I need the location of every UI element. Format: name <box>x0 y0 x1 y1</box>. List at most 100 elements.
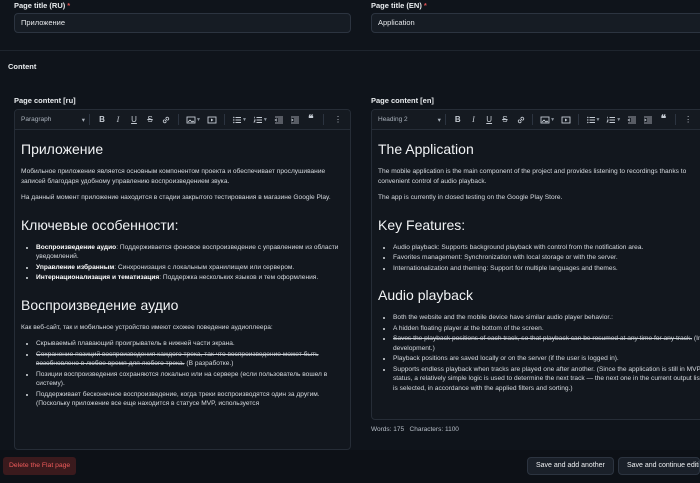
editor-toolbar: Paragraph ▾ B I U S ▼ ▼ ▼ ❝ ⋮ <box>15 110 350 130</box>
list-item: Поддерживает бесконечное воспроизведение… <box>36 390 344 409</box>
paragraph-audio-intro: Как веб-сайт, так и мобильное устройство… <box>21 323 273 331</box>
list-item-term: Интернационализация и тематизация <box>36 274 160 281</box>
audio-list: Скрываемый плавающий проигрыватель в ниж… <box>21 339 344 409</box>
strikethrough-icon[interactable]: S <box>497 112 513 128</box>
toolbar-separator <box>178 114 179 125</box>
list-item: Favorites management: Synchronization wi… <box>393 253 700 263</box>
list-item-term: Воспроизведение аудио <box>36 243 117 251</box>
underline-icon[interactable]: U <box>126 112 142 128</box>
link-icon[interactable] <box>158 112 174 128</box>
page-title-ru-input[interactable]: Приложение <box>14 13 351 33</box>
paragraph-testing: На данный момент приложение находится в … <box>21 194 331 201</box>
chevron-down-icon[interactable]: ▼ <box>550 117 555 123</box>
audio-list: Both the website and the mobile device h… <box>378 313 700 393</box>
underline-icon[interactable]: U <box>481 112 497 128</box>
indent-icon[interactable] <box>287 112 303 128</box>
list-item-term: Управление избранным <box>36 263 115 271</box>
italic-icon[interactable]: I <box>110 112 126 128</box>
list-item-text: : Поддержка нескольких языков и тем офор… <box>159 274 319 281</box>
list-item: A hidden floating player at the bottom o… <box>393 324 700 334</box>
word-count: Words: 175 Characters: 1100 <box>371 426 459 433</box>
list-item: Playback positions are saved locally or … <box>393 354 700 364</box>
outdent-icon[interactable] <box>271 112 287 128</box>
list-item: Supports endless playback when tracks ar… <box>393 365 700 394</box>
page-title-ru-label-text: Page title (RU) <box>14 1 66 10</box>
page-title-en-input[interactable]: Application <box>371 13 700 33</box>
required-mark: * <box>67 1 71 10</box>
editor-content-ru[interactable]: Приложение Мобильное приложение является… <box>15 131 350 449</box>
outdent-icon[interactable] <box>624 112 640 128</box>
heading-application: Приложение <box>21 141 104 157</box>
toolbar-separator <box>89 114 90 125</box>
more-icon[interactable]: ⋮ <box>680 112 696 128</box>
chevron-down-icon[interactable]: ▼ <box>263 117 268 123</box>
page-content-en-label: Page content [en] <box>371 96 434 105</box>
toolbar-separator <box>577 114 579 125</box>
bold-icon[interactable]: B <box>94 112 110 128</box>
indent-icon[interactable] <box>640 112 656 128</box>
heading-audio-playback: Воспроизведение аудио <box>21 296 179 313</box>
chevron-down-icon[interactable]: ▼ <box>242 117 247 123</box>
paragraph-testing: The app is currently in closed testing o… <box>378 194 563 201</box>
delete-page-button[interactable]: Delete the Flat page <box>3 457 77 475</box>
block-format-select[interactable]: Heading 2 ▾ <box>378 116 441 124</box>
chevron-down-icon: ▾ <box>437 116 441 124</box>
list-item: Сохранение позиций воспроизведения каждо… <box>36 350 344 369</box>
content-section-title: Content <box>8 62 37 71</box>
required-mark: * <box>423 1 427 10</box>
bold-icon[interactable]: B <box>450 112 466 128</box>
list-item: Управление избранным: Синхронизация с ло… <box>36 263 344 273</box>
toolbar-separator <box>444 114 446 125</box>
save-and-add-another-button[interactable]: Save and add another <box>527 457 614 475</box>
list-item: Internationalization and theming: Suppor… <box>393 264 700 274</box>
list-item: Both the website and the mobile device h… <box>393 313 700 323</box>
list-item: Позиции воспроизведения сохраняются лока… <box>36 370 344 389</box>
toolbar-separator <box>223 114 225 125</box>
italic-icon[interactable]: I <box>466 112 482 128</box>
toolbar-separator <box>675 114 677 125</box>
link-icon[interactable] <box>513 112 529 128</box>
list-item: Saves the playback positions of each tra… <box>393 334 700 353</box>
heading-key-features: Key Features: <box>378 216 466 233</box>
page-content-ru-label: Page content [ru] <box>14 96 76 105</box>
toolbar-separator <box>322 114 324 125</box>
struck-text: Saves the playback positions of each tra… <box>393 335 693 342</box>
block-format-value: Paragraph <box>21 116 52 123</box>
block-format-value: Heading 2 <box>378 116 408 123</box>
blockquote-icon[interactable]: ❝ <box>303 112 319 128</box>
heading-application: The Application <box>378 141 474 157</box>
strikethrough-icon[interactable]: S <box>142 112 158 128</box>
list-item-text: (В разработке.) <box>184 360 234 367</box>
page-title-en-label: Page title (EN) * <box>371 1 427 10</box>
editor-content-en[interactable]: The Application The mobile application i… <box>372 131 700 419</box>
media-icon[interactable] <box>204 112 220 128</box>
features-list: Audio playback: Supports background play… <box>378 243 700 274</box>
heading-key-features: Ключевые особенности: <box>21 216 179 233</box>
character-count-value: Characters: 1100 <box>409 426 459 433</box>
list-item: Audio playback: Supports background play… <box>393 243 700 253</box>
media-icon[interactable] <box>558 112 574 128</box>
rich-text-editor-ru[interactable]: Paragraph ▾ B I U S ▼ ▼ ▼ ❝ ⋮ Приложение … <box>14 109 351 450</box>
editor-toolbar: Heading 2 ▾ B I U S ▼ ▼ ▼ ❝ ⋮ <box>372 110 700 130</box>
list-item: Скрываемый плавающий проигрыватель в ниж… <box>36 339 344 349</box>
save-and-continue-editing-button[interactable]: Save and continue editing <box>618 457 700 475</box>
section-divider <box>0 50 700 51</box>
paragraph-intro: The mobile application is the main compo… <box>378 168 687 185</box>
chevron-down-icon: ▾ <box>81 116 85 124</box>
blockquote-icon[interactable]: ❝ <box>656 112 672 128</box>
chevron-down-icon[interactable]: ▼ <box>616 117 621 123</box>
page-title-ru-label: Page title (RU) * <box>14 1 70 10</box>
more-icon[interactable]: ⋮ <box>330 112 346 128</box>
list-item: Воспроизведение аудио: Поддерживается фо… <box>36 243 344 262</box>
block-format-select[interactable]: Paragraph ▾ <box>21 116 85 124</box>
page-title-en-label-text: Page title (EN) <box>371 1 422 10</box>
list-item-text: : Синхронизация с локальным хранилищем и… <box>114 263 295 271</box>
toolbar-separator <box>532 114 534 125</box>
chevron-down-icon[interactable]: ▼ <box>596 117 601 123</box>
rich-text-editor-en[interactable]: Heading 2 ▾ B I U S ▼ ▼ ▼ ❝ ⋮ The Applica… <box>371 109 700 420</box>
paragraph-intro: Мобильное приложение является основным к… <box>21 168 326 185</box>
word-count-value: Words: 175 <box>371 426 405 433</box>
heading-audio-playback: Audio playback <box>378 287 473 303</box>
chevron-down-icon[interactable]: ▼ <box>196 117 201 123</box>
list-item: Интернационализация и тематизация: Подде… <box>36 273 344 283</box>
